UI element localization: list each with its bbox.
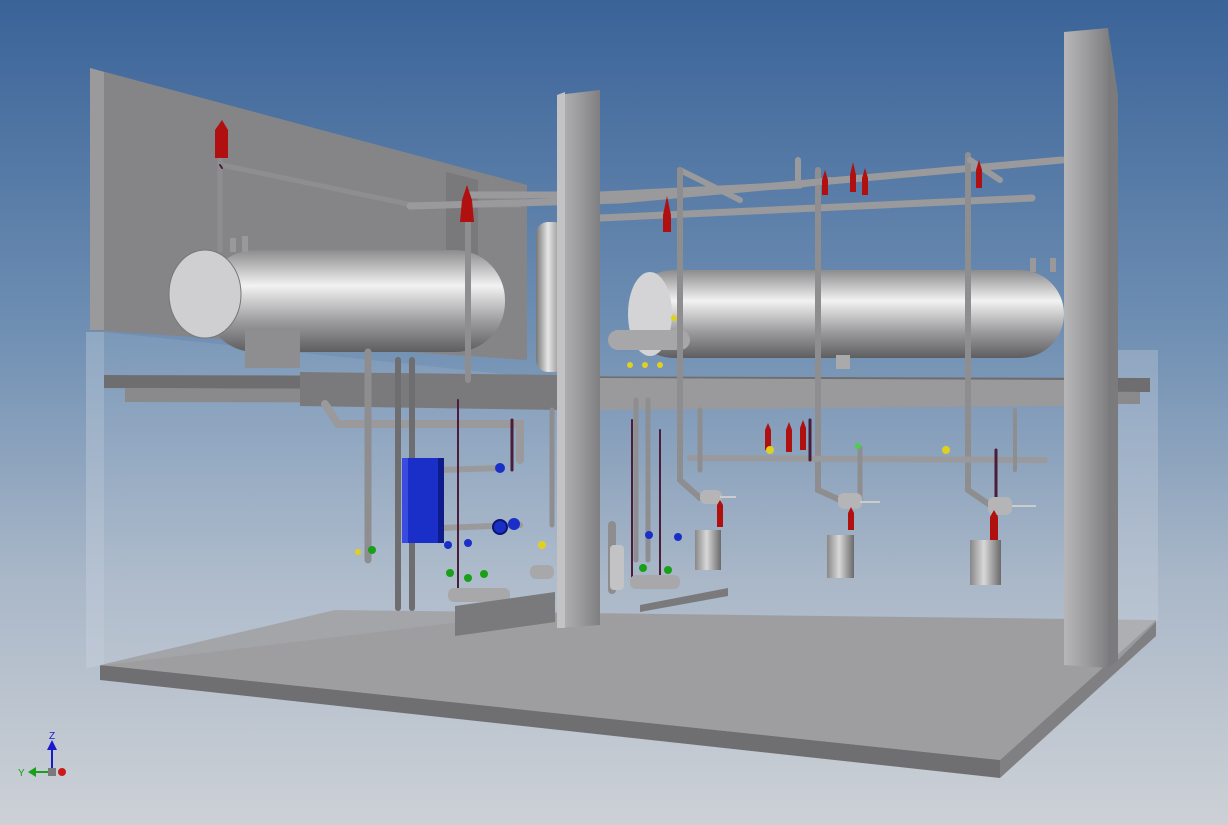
x-axis-dot	[58, 768, 66, 776]
horizontal-vessel-right[interactable]	[608, 258, 1064, 369]
view-cube-triad[interactable]: Z Y	[18, 731, 66, 779]
plant-model-scene[interactable]: Z Y	[0, 0, 1228, 825]
steel-column-left[interactable]	[557, 90, 600, 628]
triad-origin	[48, 768, 56, 776]
3d-viewport[interactable]: Z Y	[0, 0, 1228, 825]
z-axis-label: Z	[49, 731, 55, 742]
steel-column-right[interactable]	[1064, 28, 1118, 668]
y-axis-arrow	[28, 767, 36, 777]
y-axis-label: Y	[18, 768, 25, 779]
